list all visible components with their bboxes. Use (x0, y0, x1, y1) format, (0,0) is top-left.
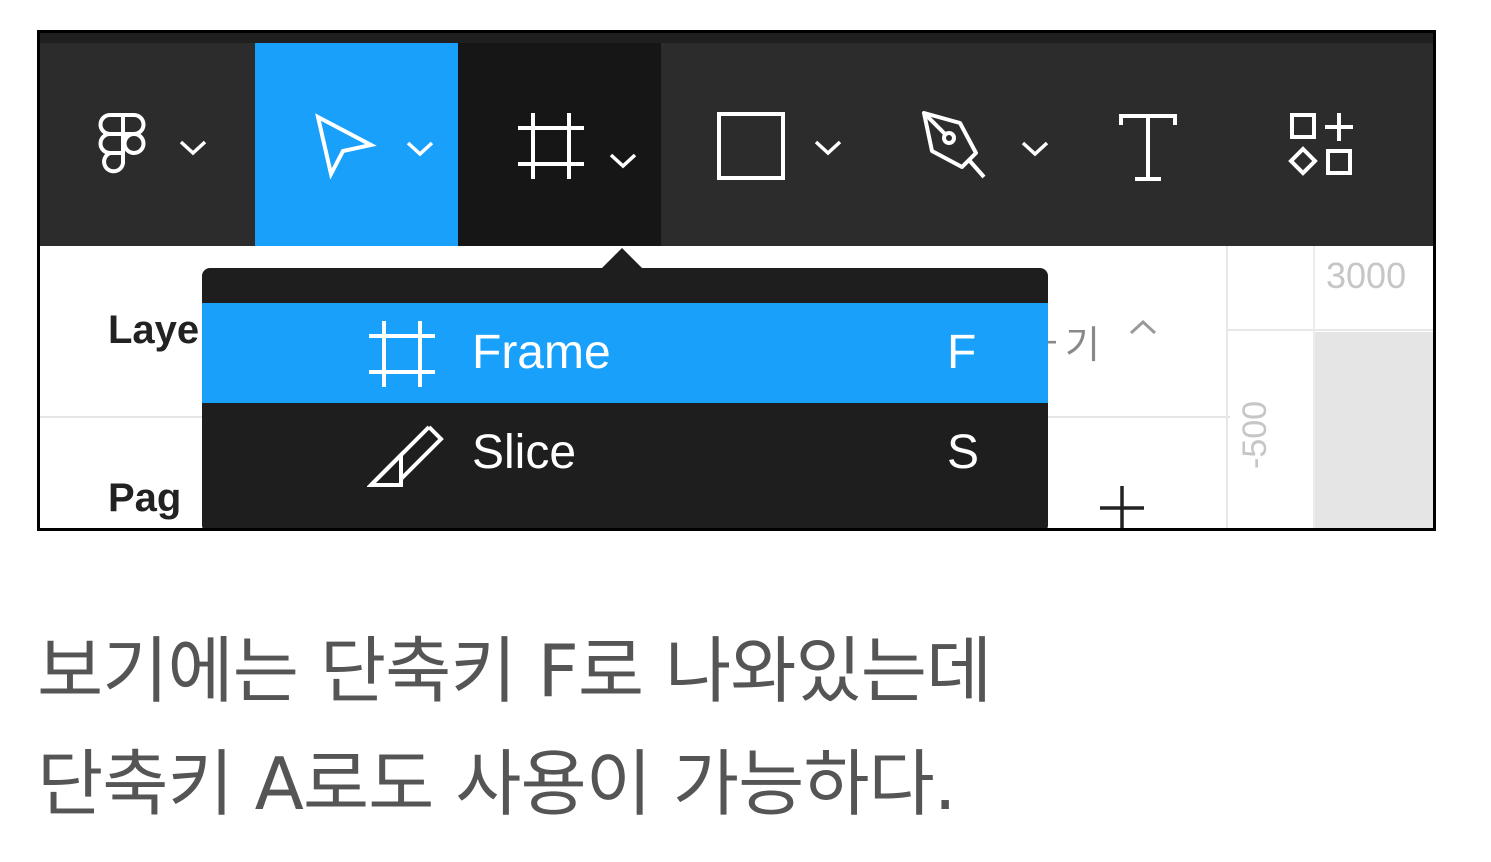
chevron-down-icon (814, 140, 842, 156)
slice-icon (367, 425, 444, 487)
pages-label: Pag (108, 476, 182, 520)
ruler-left-value-text: -500 (1236, 400, 1274, 469)
ruler-top-value: 3000 (1326, 255, 1407, 296)
canvas-frame[interactable] (1315, 332, 1433, 528)
resources-button[interactable] (1233, 43, 1433, 246)
chevron-down-icon (1021, 141, 1049, 157)
add-page-icon[interactable] (1098, 484, 1146, 531)
figma-logo-icon (98, 113, 146, 174)
layers-label: Laye (108, 308, 200, 352)
rectangle-icon (717, 112, 785, 180)
frame-icon (518, 113, 584, 179)
chevron-down-icon (406, 141, 434, 157)
chevron-up-icon[interactable] (1128, 318, 1158, 338)
main-menu-button[interactable] (40, 43, 255, 246)
menu-item-label: Slice (472, 426, 577, 479)
menu-item-label: Frame (472, 326, 611, 379)
menu-item-shortcut: F (947, 326, 977, 379)
chevron-down-icon (609, 153, 637, 169)
menu-item-slice[interactable]: Slice S (202, 403, 1048, 503)
pen-icon (922, 111, 986, 179)
pen-tool-button[interactable] (870, 43, 1073, 246)
ruler-left-value: -500 (1236, 401, 1275, 469)
move-tool-button[interactable] (255, 43, 458, 246)
text-tool-button[interactable] (1073, 43, 1233, 246)
frame-tool-dropdown: Frame F Slice S (202, 268, 1048, 528)
caption-line-2: 단축키 A로도 사용이 가능하다. (37, 742, 957, 826)
chevron-down-icon (179, 140, 207, 156)
toolbar (40, 33, 1433, 246)
text-icon (1119, 114, 1177, 181)
resources-icon (1288, 113, 1353, 176)
caption-line-1: 보기에는 단축키 F로 나와있는데 (37, 629, 992, 713)
ruler-vertical-edge (1226, 246, 1228, 528)
ruler-horizontal-edge (1226, 329, 1433, 331)
frame-tool-button[interactable] (458, 43, 661, 246)
cursor-icon (315, 113, 377, 179)
figma-screenshot: Laye ㅏ기 Pag 3000 -500 Frame F Slice S (37, 30, 1436, 531)
shape-tool-button[interactable] (661, 43, 864, 246)
dropdown-caret (600, 248, 644, 270)
frame-icon (369, 321, 435, 387)
toolbar-edge (40, 33, 1433, 43)
menu-item-frame[interactable]: Frame F (202, 303, 1048, 403)
menu-item-shortcut: S (947, 426, 980, 479)
